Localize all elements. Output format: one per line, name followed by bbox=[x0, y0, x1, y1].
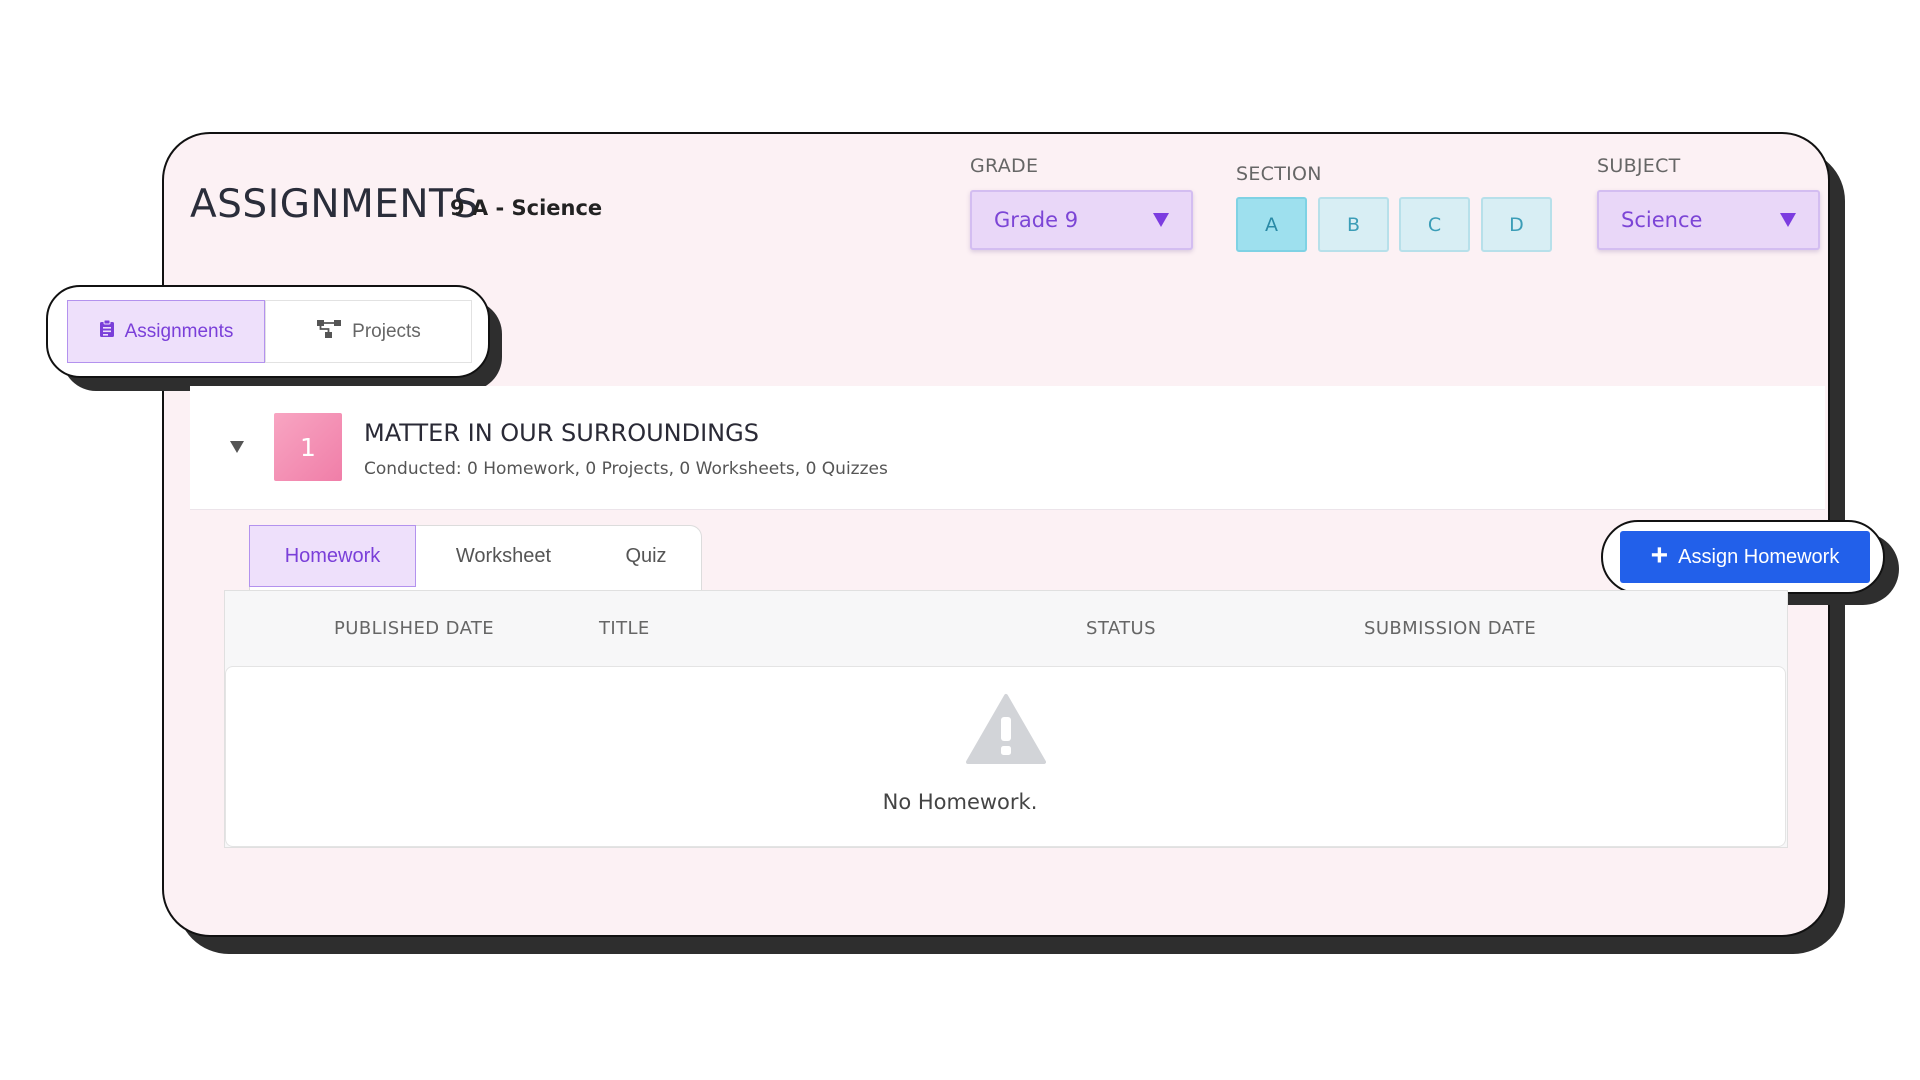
section-button-a[interactable]: A bbox=[1236, 197, 1307, 252]
chevron-down-icon[interactable] bbox=[230, 441, 244, 453]
chapter-title: MATTER IN OUR SURROUNDINGS bbox=[364, 419, 759, 447]
caret-down-icon bbox=[1153, 213, 1169, 227]
chapter-row[interactable] bbox=[190, 386, 1825, 510]
column-header-title[interactable]: TITLE bbox=[599, 618, 650, 639]
section-label: SECTION bbox=[1236, 163, 1322, 185]
hierarchy-icon bbox=[316, 319, 342, 345]
column-header-status[interactable]: STATUS bbox=[1086, 618, 1156, 639]
grade-select-value: Grade 9 bbox=[994, 208, 1079, 232]
tab-worksheet[interactable]: Worksheet bbox=[416, 525, 591, 587]
empty-state-message: No Homework. bbox=[882, 790, 1038, 814]
subject-select[interactable]: Science bbox=[1597, 190, 1820, 250]
chapter-summary: Conducted: 0 Homework, 0 Projects, 0 Wor… bbox=[364, 459, 888, 479]
column-header-published-date[interactable]: PUBLISHED DATE bbox=[334, 618, 494, 639]
assignments-toggle-button[interactable]: Assignments bbox=[67, 300, 265, 363]
assign-homework-button[interactable]: + Assign Homework bbox=[1620, 531, 1870, 583]
grade-label: GRADE bbox=[970, 155, 1039, 177]
warning-icon bbox=[966, 693, 1046, 770]
tab-homework[interactable]: Homework bbox=[249, 525, 416, 587]
subject-label: SUBJECT bbox=[1597, 155, 1681, 177]
section-button-b[interactable]: B bbox=[1318, 197, 1389, 252]
chapter-number-badge: 1 bbox=[274, 413, 342, 481]
grade-select[interactable]: Grade 9 bbox=[970, 190, 1193, 250]
section-button-d[interactable]: D bbox=[1481, 197, 1552, 252]
clipboard-icon bbox=[99, 319, 115, 344]
tab-quiz[interactable]: Quiz bbox=[591, 525, 701, 587]
projects-toggle-label: Projects bbox=[352, 320, 421, 342]
caret-down-icon bbox=[1780, 213, 1796, 227]
section-button-c[interactable]: C bbox=[1399, 197, 1470, 252]
assign-homework-label: Assign Homework bbox=[1678, 545, 1840, 568]
subject-select-value: Science bbox=[1621, 208, 1703, 232]
page-subtitle: 9 A - Science bbox=[450, 196, 603, 220]
column-header-submission-date[interactable]: SUBMISSION DATE bbox=[1364, 618, 1536, 639]
page-title: ASSIGNMENTS bbox=[190, 182, 479, 227]
plus-icon: + bbox=[1650, 538, 1669, 572]
projects-toggle-button[interactable]: Projects bbox=[265, 300, 472, 363]
assignments-toggle-label: Assignments bbox=[124, 320, 234, 342]
